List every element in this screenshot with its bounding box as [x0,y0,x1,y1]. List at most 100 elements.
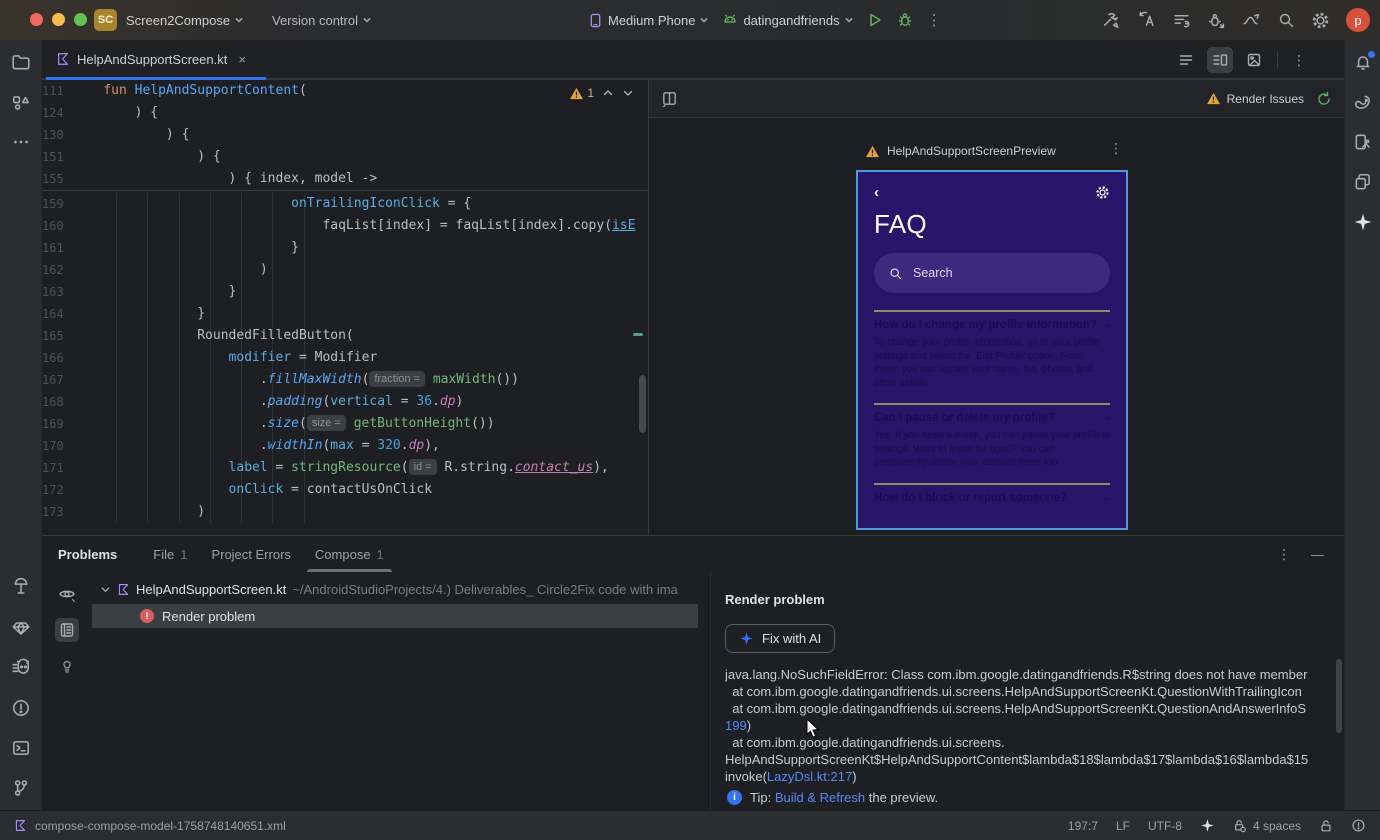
line-separator[interactable]: LF [1116,819,1130,833]
build-icon[interactable] [1102,11,1121,30]
file-encoding[interactable]: UTF-8 [1148,819,1182,833]
code-line[interactable]: 111 fun HelpAndSupportContent( [42,80,648,102]
render-problem-row[interactable]: ! Render problem [92,604,698,628]
run-button[interactable] [867,12,883,28]
tab-close-icon[interactable]: × [238,52,246,67]
design-view-button[interactable] [1241,47,1267,73]
code-line[interactable]: 162 ) [42,259,648,281]
refresh-preview-icon[interactable] [1316,91,1332,107]
build-refresh-link[interactable]: Build & Refresh [775,790,865,805]
todo-list-icon[interactable] [1172,11,1191,30]
terminal-tool-icon[interactable] [9,736,33,760]
profiler-icon[interactable] [1242,11,1261,30]
vcs-menu[interactable]: Version control [272,13,371,28]
code-line[interactable]: 173 ) [42,501,648,523]
code-line[interactable]: 169 .size(size = getButtonHeight()) [42,413,648,435]
line-number: 162 [42,263,64,277]
quick-fix-bulb-icon[interactable] [55,654,79,678]
detail-scrollbar[interactable] [1336,659,1342,733]
problems-tab-file[interactable]: File 1 [141,536,199,572]
faq-expand-chevron-icon: ⌄ [1102,492,1110,502]
inspection-widget[interactable]: 1 [569,86,634,100]
code-line[interactable]: 171 label = stringResource(id = R.string… [42,457,648,479]
preview-canvas[interactable]: HelpAndSupportScreenPreview ⋮ ‹ FAQ Sear… [649,118,1344,535]
preview-title[interactable]: HelpAndSupportScreenPreview [865,144,1056,158]
editor-scrollbar[interactable] [639,375,646,433]
render-issues-button[interactable]: Render Issues [1206,92,1304,106]
code-line[interactable]: 167 .fillMaxWidth(fraction = maxWidth()) [42,369,648,391]
prev-problem-icon[interactable] [602,87,614,99]
gemini-sparkle-icon[interactable] [1351,210,1375,234]
preview-layout-icon[interactable] [661,90,678,107]
line-number: 172 [42,483,64,497]
structure-tool-icon[interactable] [9,90,33,114]
code-view-button[interactable] [1173,47,1199,73]
code-line[interactable]: 172 onClick = contactUsOnClick [42,479,648,501]
minimize-window-button[interactable] [52,13,65,26]
line-number: 165 [42,329,64,343]
line-number: 164 [42,307,64,321]
code-line[interactable]: 166 modifier = Modifier [42,347,648,369]
trace-link[interactable]: 199 [725,718,747,733]
power-save-icon[interactable] [1351,818,1366,833]
code-line[interactable]: 161 } [42,237,648,259]
split-view-button[interactable] [1207,47,1233,73]
debug-button[interactable] [897,12,913,28]
build-tool-icon[interactable] [9,576,33,600]
notifications-bell-icon[interactable] [1351,50,1375,74]
code-line[interactable]: 164 } [42,303,648,325]
problems-tab-compose[interactable]: Compose 1 [303,536,396,572]
attach-debugger-icon[interactable] [1207,11,1226,30]
indent-setting[interactable]: 4 spaces [1233,819,1301,833]
preview-options-menu[interactable]: ⋮ [1109,140,1123,157]
settings-gear-icon[interactable] [1311,11,1330,30]
next-problem-icon[interactable] [622,87,634,99]
run-more-actions-menu[interactable]: ⋮ [927,11,942,29]
code-line[interactable]: 130 ) { [42,124,648,146]
maximize-window-button[interactable] [74,13,87,26]
code-line[interactable]: 155 ) { index, model -> [42,168,648,190]
caret-position[interactable]: 197:7 [1068,819,1098,833]
close-window-button[interactable] [30,13,43,26]
logcat-tool-icon[interactable] [9,656,33,680]
editor-options-menu[interactable]: ⋮ [1288,52,1310,69]
trace-link[interactable]: LazyDsl.kt:217 [767,769,852,784]
device-selector[interactable]: Medium Phone [588,13,709,28]
panel-options-menu[interactable]: ⋮ [1277,546,1291,563]
problems-tab-project-errors[interactable]: Project Errors [199,536,302,572]
gemini-status-icon[interactable] [1200,818,1215,833]
preview-phone-frame[interactable]: ‹ FAQ Search How do I change my profile … [856,170,1128,530]
device-explorer-tool-icon[interactable] [1351,170,1375,194]
sync-translate-icon[interactable] [1137,11,1156,30]
code-line[interactable]: 165 RoundedFilledButton( [42,325,648,347]
code-line[interactable]: 159 onTrailingIconClick = { [42,193,648,215]
search-icon[interactable] [1277,11,1295,29]
hide-panel-icon[interactable]: — [1311,547,1324,562]
code-line[interactable]: 151 ) { [42,146,648,168]
code-line[interactable]: 170 .widthIn(max = 320.dp), [42,435,648,457]
code-editor[interactable]: 111 fun HelpAndSupportContent(124 ) {130… [42,80,648,535]
running-devices-tool-icon[interactable] [1351,130,1375,154]
info-icon: i [727,790,742,805]
preview-eye-icon[interactable] [55,582,79,606]
fix-with-ai-button[interactable]: Fix with AI [725,624,836,653]
project-menu[interactable]: Screen2Compose [126,13,243,28]
user-avatar[interactable]: p [1346,8,1370,32]
tree-expand-chevron-icon[interactable] [100,584,111,595]
more-tool-windows-icon[interactable] [9,130,33,154]
code-line[interactable]: 124 ) { [42,102,648,124]
gemini-gem-tool-icon[interactable] [9,616,33,640]
gradle-tool-icon[interactable] [1351,90,1375,114]
code-line[interactable]: 163 } [42,281,648,303]
readonly-lock-icon[interactable] [1319,819,1333,833]
version-control-tool-icon[interactable] [9,776,33,800]
code-line[interactable]: 160 faqList[index] = faqList[index].copy… [42,215,648,237]
problems-tool-icon[interactable] [9,696,33,720]
project-tool-icon[interactable] [9,50,33,74]
open-in-editor-icon[interactable] [55,618,79,642]
code-line[interactable]: 168 .padding(vertical = 36.dp) [42,391,648,413]
editor-tab[interactable]: HelpAndSupportScreen.kt × [42,40,266,80]
run-configuration-selector[interactable]: datingandfriends [722,13,853,28]
problems-file-row[interactable]: HelpAndSupportScreen.kt ~/AndroidStudioP… [92,578,710,600]
status-file-name: compose-compose-model-1758748140651.xml [35,818,286,833]
